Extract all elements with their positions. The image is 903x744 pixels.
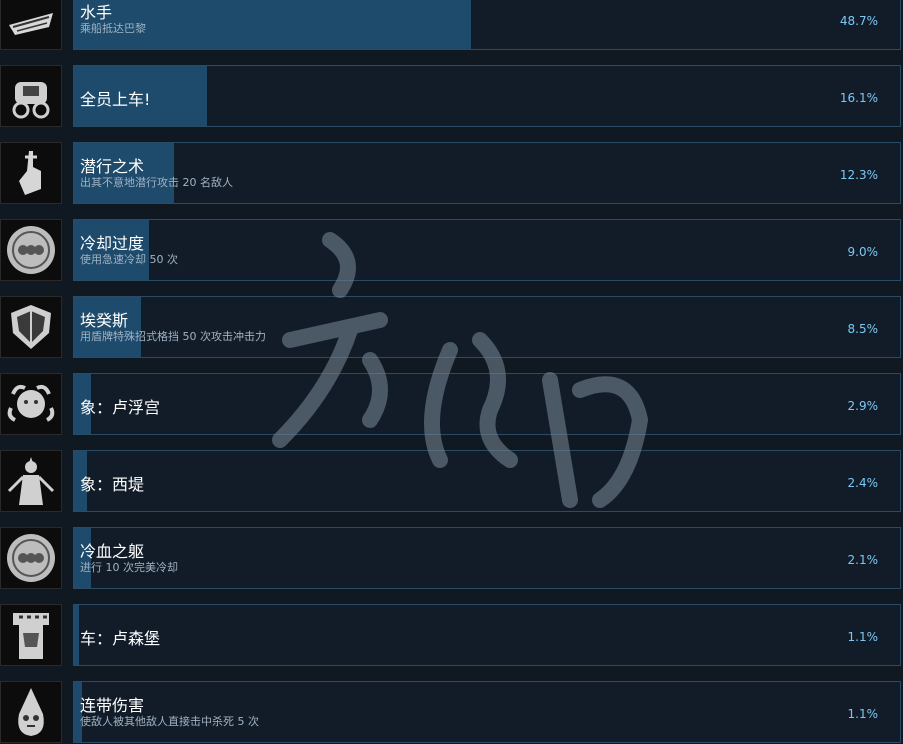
achievement-list: 水手 乘船抵达巴黎 48.7% 全员上车! 16.1% 潜行之术 出其不意地潜行… <box>0 0 903 744</box>
silence-hand-icon <box>0 142 62 204</box>
achievement-percent: 1.1% <box>847 630 879 644</box>
tower-icon <box>0 604 62 666</box>
achievement-row[interactable]: 连带伤害 使敌人被其他敌人直接击中杀死 5 次 1.1% <box>0 681 903 743</box>
achievement-row[interactable]: 潜行之术 出其不意地潜行攻击 20 名敌人 12.3% <box>0 142 903 204</box>
medallion-icon <box>0 527 62 589</box>
achievement-percent: 2.9% <box>847 399 879 413</box>
progress-fill <box>74 605 79 665</box>
achievement-row[interactable]: 埃癸斯 用盾牌特殊招式格挡 50 次攻击冲击力 8.5% <box>0 296 903 358</box>
achievement-row[interactable]: 冷却过度 使用急速冷却 50 次 9.0% <box>0 219 903 281</box>
achievement-percent: 2.1% <box>847 553 879 567</box>
shield-icon <box>0 296 62 358</box>
medallion-icon <box>0 219 62 281</box>
progress-bar: 冷血之躯 进行 10 次完美冷却 2.1% <box>73 527 901 589</box>
achievement-description: 乘船抵达巴黎 <box>80 22 146 35</box>
hooded-ghost-icon <box>0 681 62 743</box>
achievement-percent: 16.1% <box>839 91 878 105</box>
achievement-row[interactable]: 象：西堤 2.4% <box>0 450 903 512</box>
achievement-percent: 48.7% <box>839 14 878 28</box>
progress-bar: 冷却过度 使用急速冷却 50 次 9.0% <box>73 219 901 281</box>
achievement-row[interactable]: 冷血之躯 进行 10 次完美冷却 2.1% <box>0 527 903 589</box>
achievement-row[interactable]: 水手 乘船抵达巴黎 48.7% <box>0 0 903 50</box>
progress-bar: 车：卢森堡 1.1% <box>73 604 901 666</box>
achievement-percent: 8.5% <box>847 322 879 336</box>
progress-bar: 埃癸斯 用盾牌特殊招式格挡 50 次攻击冲击力 8.5% <box>73 296 901 358</box>
achievement-description: 使用急速冷却 50 次 <box>80 253 178 266</box>
statue-figure-icon <box>0 450 62 512</box>
boat-icon <box>0 0 62 50</box>
achievement-percent: 1.1% <box>847 707 879 721</box>
progress-bar: 全员上车! 16.1% <box>73 65 901 127</box>
progress-bar: 潜行之术 出其不意地潜行攻击 20 名敌人 12.3% <box>73 142 901 204</box>
achievement-row[interactable]: 象：卢浮宫 2.9% <box>0 373 903 435</box>
achievement-percent: 9.0% <box>847 245 879 259</box>
progress-bar: 象：西堤 2.4% <box>73 450 901 512</box>
achievement-title: 象：卢浮宫 <box>80 398 161 417</box>
achievement-row[interactable]: 全员上车! 16.1% <box>0 65 903 127</box>
achievement-row[interactable]: 车：卢森堡 1.1% <box>0 604 903 666</box>
achievement-description: 用盾牌特殊招式格挡 50 次攻击冲击力 <box>80 330 266 343</box>
achievement-title: 全员上车! <box>80 90 151 109</box>
achievement-percent: 2.4% <box>847 476 879 490</box>
progress-bar: 水手 乘船抵达巴黎 48.7% <box>73 0 901 50</box>
progress-bar: 象：卢浮宫 2.9% <box>73 373 901 435</box>
achievement-description: 出其不意地潜行攻击 20 名敌人 <box>80 176 233 189</box>
achievement-title: 象：西堤 <box>80 475 145 494</box>
medusa-head-icon <box>0 373 62 435</box>
carriage-icon <box>0 65 62 127</box>
achievement-title: 车：卢森堡 <box>80 629 161 648</box>
progress-bar: 连带伤害 使敌人被其他敌人直接击中杀死 5 次 1.1% <box>73 681 901 743</box>
achievement-description: 进行 10 次完美冷却 <box>80 561 178 574</box>
achievement-percent: 12.3% <box>839 168 878 182</box>
achievement-description: 使敌人被其他敌人直接击中杀死 5 次 <box>80 715 259 728</box>
